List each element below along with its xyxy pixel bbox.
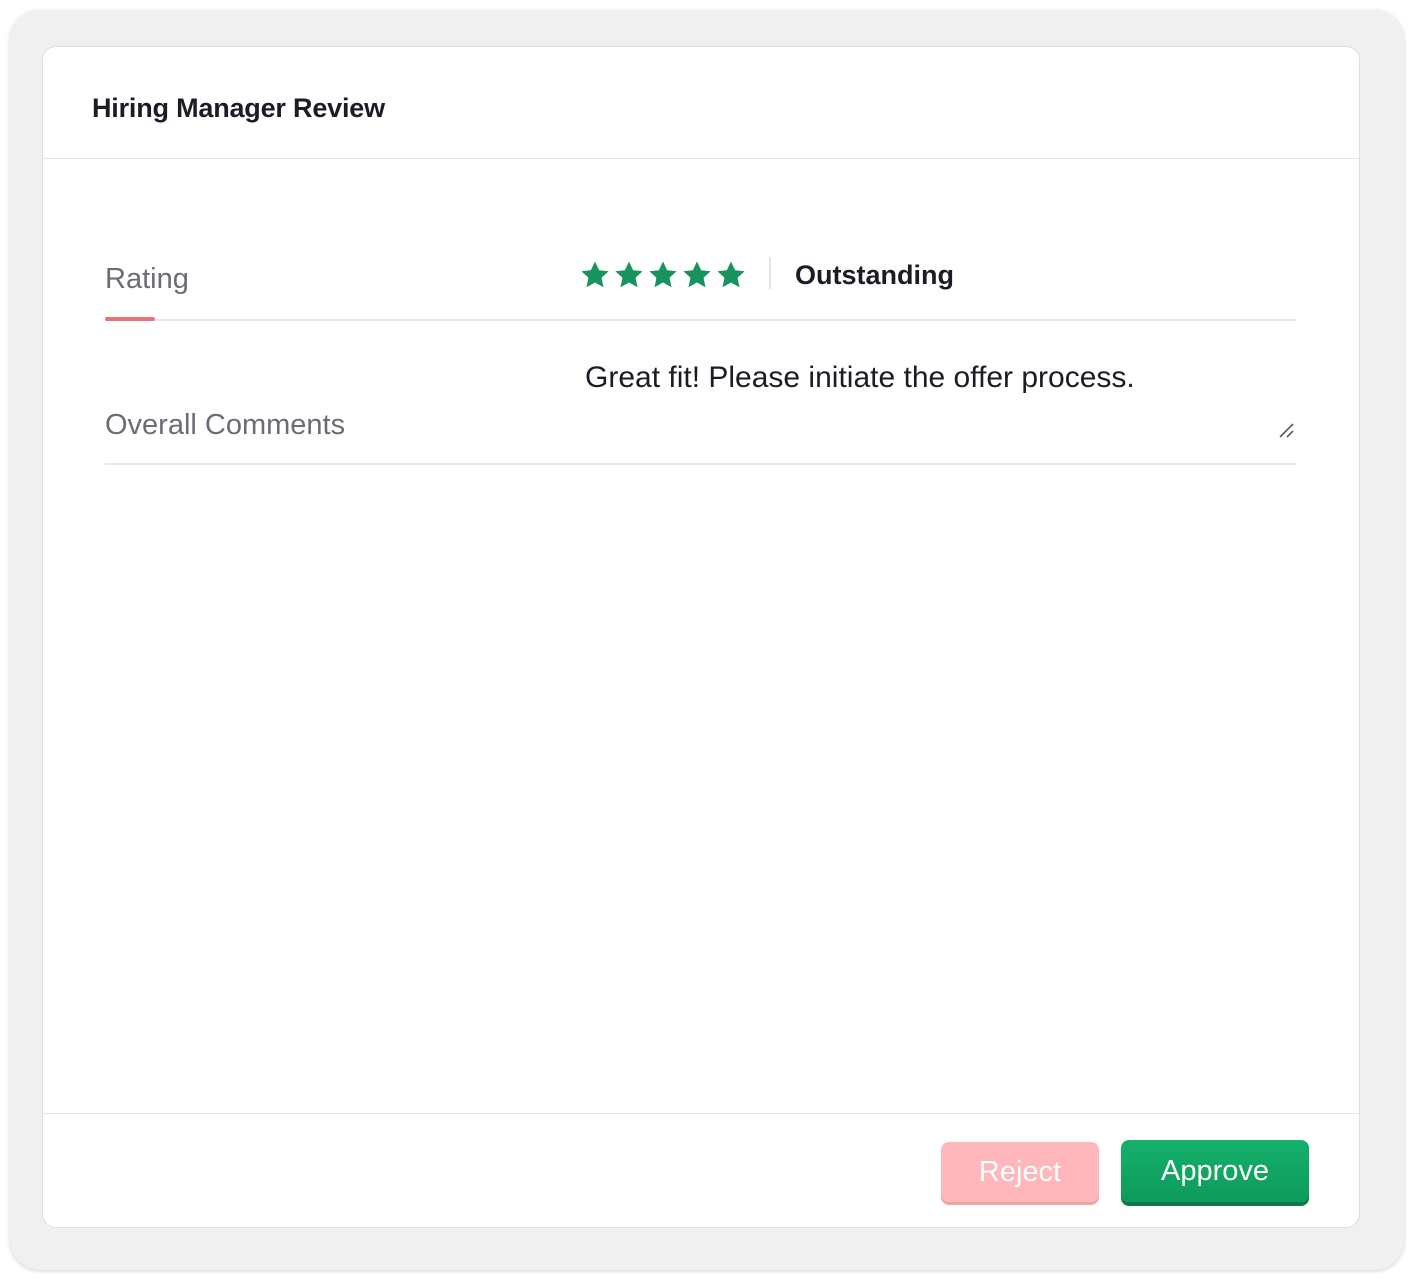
approve-button[interactable]: Approve	[1121, 1140, 1309, 1202]
reject-button[interactable]: Reject	[941, 1142, 1099, 1202]
panel-title: Hiring Manager Review	[92, 93, 385, 123]
rating-label: Rating	[105, 263, 189, 295]
resize-handle-icon[interactable]	[1277, 421, 1295, 439]
star-icon[interactable]	[579, 259, 611, 291]
rating-value-text: Outstanding	[795, 260, 954, 290]
star-icon[interactable]	[647, 259, 679, 291]
rating-row: Rating Outstanding	[105, 243, 1297, 321]
star-icon[interactable]	[681, 259, 713, 291]
comments-textarea[interactable]: Great fit! Please initiate the offer pro…	[585, 357, 1285, 453]
review-panel: Hiring Manager Review Rating Outstanding…	[42, 46, 1360, 1228]
star-icon[interactable]	[613, 259, 645, 291]
panel-footer: Reject Approve	[43, 1113, 1359, 1227]
rating-field-indicator	[105, 317, 155, 321]
comments-row: Overall Comments Great fit! Please initi…	[105, 347, 1297, 465]
star-rating[interactable]	[579, 259, 747, 295]
comments-label: Overall Comments	[105, 409, 346, 441]
star-icon[interactable]	[715, 259, 747, 291]
panel-header: Hiring Manager Review	[43, 47, 1359, 159]
rating-divider	[769, 257, 771, 289]
window-frame: Hiring Manager Review Rating Outstanding…	[10, 10, 1404, 1270]
